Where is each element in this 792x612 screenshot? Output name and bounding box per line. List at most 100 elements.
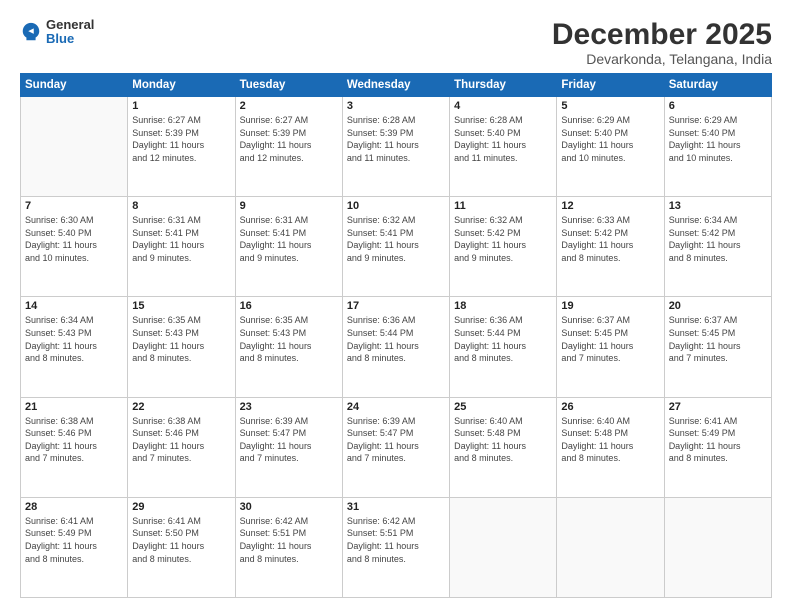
day-info: Sunrise: 6:36 AM Sunset: 5:44 PM Dayligh… — [454, 314, 552, 364]
day-info: Sunrise: 6:36 AM Sunset: 5:44 PM Dayligh… — [347, 314, 445, 364]
calendar-cell: 20Sunrise: 6:37 AM Sunset: 5:45 PM Dayli… — [664, 297, 771, 397]
day-number: 1 — [132, 100, 230, 112]
col-friday: Friday — [557, 74, 664, 97]
day-number: 15 — [132, 300, 230, 312]
calendar-table: Sunday Monday Tuesday Wednesday Thursday… — [20, 73, 772, 598]
calendar-cell — [450, 497, 557, 597]
day-info: Sunrise: 6:40 AM Sunset: 5:48 PM Dayligh… — [454, 415, 552, 465]
logo: General Blue — [20, 18, 94, 47]
calendar-cell: 5Sunrise: 6:29 AM Sunset: 5:40 PM Daylig… — [557, 97, 664, 197]
calendar-cell: 24 Sunrise: 6:39 AM Sunset: 5:47 PM Dayli… — [342, 397, 449, 497]
header-row: Sunday Monday Tuesday Wednesday Thursday… — [21, 74, 772, 97]
day-info: Sunrise: 6:31 AM Sunset: 5:41 PM Dayligh… — [240, 214, 338, 264]
day-number: 25 — [454, 401, 552, 413]
day-info: Sunrise: 6:32 AM Sunset: 5:42 PM Dayligh… — [454, 214, 552, 264]
day-info: Sunrise: 6:31 AM Sunset: 5:41 PM Dayligh… — [132, 214, 230, 264]
calendar-cell: 28 Sunrise: 6:41 AM Sunset: 5:49 PM Dayli… — [21, 497, 128, 597]
calendar-cell: 16 Sunrise: 6:35 AM Sunset: 5:43 PM Dayli… — [235, 297, 342, 397]
day-info: Sunrise: 6:35 AM Sunset: 5:43 PM Dayligh… — [240, 314, 338, 364]
calendar-cell: 12 Sunrise: 6:33 AM Sunset: 5:42 PM Dayli… — [557, 197, 664, 297]
calendar-cell: 2 Sunrise: 6:27 AM Sunset: 5:39 PM Daylig… — [235, 97, 342, 197]
calendar-week-2: 14 Sunrise: 6:34 AM Sunset: 5:43 PM Dayli… — [21, 297, 772, 397]
calendar-cell: 1 Sunrise: 6:27 AM Sunset: 5:39 PM Daylig… — [128, 97, 235, 197]
calendar-week-0: 1 Sunrise: 6:27 AM Sunset: 5:39 PM Daylig… — [21, 97, 772, 197]
day-info: Sunrise: 6:34 AM Sunset: 5:42 PM Dayligh… — [669, 214, 767, 264]
day-info: Sunrise: 6:28 AM Sunset: 5:39 PM Dayligh… — [347, 114, 445, 164]
day-number: 28 — [25, 501, 123, 513]
day-info: Sunrise: 6:39 AM Sunset: 5:47 PM Dayligh… — [240, 415, 338, 465]
day-number: 3 — [347, 100, 445, 112]
day-info: Sunrise: 6:27 AM Sunset: 5:39 PM Dayligh… — [240, 114, 338, 164]
day-number: 10 — [347, 200, 445, 212]
day-info: Sunrise: 6:40 AM Sunset: 5:48 PM Dayligh… — [561, 415, 659, 465]
day-info: Sunrise: 6:39 AM Sunset: 5:47 PM Dayligh… — [347, 415, 445, 465]
col-tuesday: Tuesday — [235, 74, 342, 97]
day-info: Sunrise: 6:34 AM Sunset: 5:43 PM Dayligh… — [25, 314, 123, 364]
day-number: 24 — [347, 401, 445, 413]
day-number: 18 — [454, 300, 552, 312]
day-number: 23 — [240, 401, 338, 413]
calendar-cell: 7 Sunrise: 6:30 AM Sunset: 5:40 PM Daylig… — [21, 197, 128, 297]
day-info: Sunrise: 6:30 AM Sunset: 5:40 PM Dayligh… — [25, 214, 123, 264]
day-number: 22 — [132, 401, 230, 413]
day-info: Sunrise: 6:38 AM Sunset: 5:46 PM Dayligh… — [132, 415, 230, 465]
day-number: 9 — [240, 200, 338, 212]
day-info: Sunrise: 6:32 AM Sunset: 5:41 PM Dayligh… — [347, 214, 445, 264]
calendar-cell: 31 Sunrise: 6:42 AM Sunset: 5:51 PM Dayli… — [342, 497, 449, 597]
calendar-cell: 25 Sunrise: 6:40 AM Sunset: 5:48 PM Dayli… — [450, 397, 557, 497]
day-info: Sunrise: 6:41 AM Sunset: 5:50 PM Dayligh… — [132, 515, 230, 565]
day-info: Sunrise: 6:42 AM Sunset: 5:51 PM Dayligh… — [347, 515, 445, 565]
calendar-cell: 6Sunrise: 6:29 AM Sunset: 5:40 PM Daylig… — [664, 97, 771, 197]
day-info: Sunrise: 6:41 AM Sunset: 5:49 PM Dayligh… — [25, 515, 123, 565]
day-number: 30 — [240, 501, 338, 513]
calendar-cell — [557, 497, 664, 597]
day-number: 31 — [347, 501, 445, 513]
title-block: December 2025 Devarkonda, Telangana, Ind… — [552, 18, 772, 67]
calendar-cell: 10 Sunrise: 6:32 AM Sunset: 5:41 PM Dayli… — [342, 197, 449, 297]
day-info: Sunrise: 6:37 AM Sunset: 5:45 PM Dayligh… — [561, 314, 659, 364]
day-number: 14 — [25, 300, 123, 312]
day-number: 4 — [454, 100, 552, 112]
header: General Blue December 2025 Devarkonda, T… — [20, 18, 772, 67]
calendar-week-3: 21Sunrise: 6:38 AM Sunset: 5:46 PM Dayli… — [21, 397, 772, 497]
day-number: 20 — [669, 300, 767, 312]
logo-blue: Blue — [46, 32, 94, 46]
calendar-cell: 4 Sunrise: 6:28 AM Sunset: 5:40 PM Daylig… — [450, 97, 557, 197]
col-thursday: Thursday — [450, 74, 557, 97]
calendar-cell: 3 Sunrise: 6:28 AM Sunset: 5:39 PM Daylig… — [342, 97, 449, 197]
col-wednesday: Wednesday — [342, 74, 449, 97]
logo-icon — [20, 21, 42, 43]
day-info: Sunrise: 6:38 AM Sunset: 5:46 PM Dayligh… — [25, 415, 123, 465]
day-number: 19 — [561, 300, 659, 312]
calendar-cell: 27Sunrise: 6:41 AM Sunset: 5:49 PM Dayli… — [664, 397, 771, 497]
calendar-cell: 14 Sunrise: 6:34 AM Sunset: 5:43 PM Dayli… — [21, 297, 128, 397]
calendar-cell — [664, 497, 771, 597]
calendar-cell — [21, 97, 128, 197]
calendar-cell: 21Sunrise: 6:38 AM Sunset: 5:46 PM Dayli… — [21, 397, 128, 497]
day-info: Sunrise: 6:33 AM Sunset: 5:42 PM Dayligh… — [561, 214, 659, 264]
calendar-cell: 23 Sunrise: 6:39 AM Sunset: 5:47 PM Dayli… — [235, 397, 342, 497]
calendar-week-4: 28 Sunrise: 6:41 AM Sunset: 5:49 PM Dayli… — [21, 497, 772, 597]
day-number: 7 — [25, 200, 123, 212]
calendar-cell: 8Sunrise: 6:31 AM Sunset: 5:41 PM Daylig… — [128, 197, 235, 297]
day-number: 16 — [240, 300, 338, 312]
day-info: Sunrise: 6:27 AM Sunset: 5:39 PM Dayligh… — [132, 114, 230, 164]
calendar-cell: 13 Sunrise: 6:34 AM Sunset: 5:42 PM Dayli… — [664, 197, 771, 297]
calendar-cell: 26 Sunrise: 6:40 AM Sunset: 5:48 PM Dayli… — [557, 397, 664, 497]
day-number: 26 — [561, 401, 659, 413]
calendar-cell: 30Sunrise: 6:42 AM Sunset: 5:51 PM Dayli… — [235, 497, 342, 597]
calendar-cell: 18 Sunrise: 6:36 AM Sunset: 5:44 PM Dayli… — [450, 297, 557, 397]
day-number: 12 — [561, 200, 659, 212]
logo-general: General — [46, 18, 94, 32]
day-info: Sunrise: 6:29 AM Sunset: 5:40 PM Dayligh… — [561, 114, 659, 164]
day-number: 11 — [454, 200, 552, 212]
day-info: Sunrise: 6:28 AM Sunset: 5:40 PM Dayligh… — [454, 114, 552, 164]
calendar-week-1: 7 Sunrise: 6:30 AM Sunset: 5:40 PM Daylig… — [21, 197, 772, 297]
calendar-cell: 11 Sunrise: 6:32 AM Sunset: 5:42 PM Dayli… — [450, 197, 557, 297]
col-monday: Monday — [128, 74, 235, 97]
calendar-cell: 15Sunrise: 6:35 AM Sunset: 5:43 PM Dayli… — [128, 297, 235, 397]
day-info: Sunrise: 6:41 AM Sunset: 5:49 PM Dayligh… — [669, 415, 767, 465]
col-saturday: Saturday — [664, 74, 771, 97]
day-number: 13 — [669, 200, 767, 212]
day-number: 2 — [240, 100, 338, 112]
